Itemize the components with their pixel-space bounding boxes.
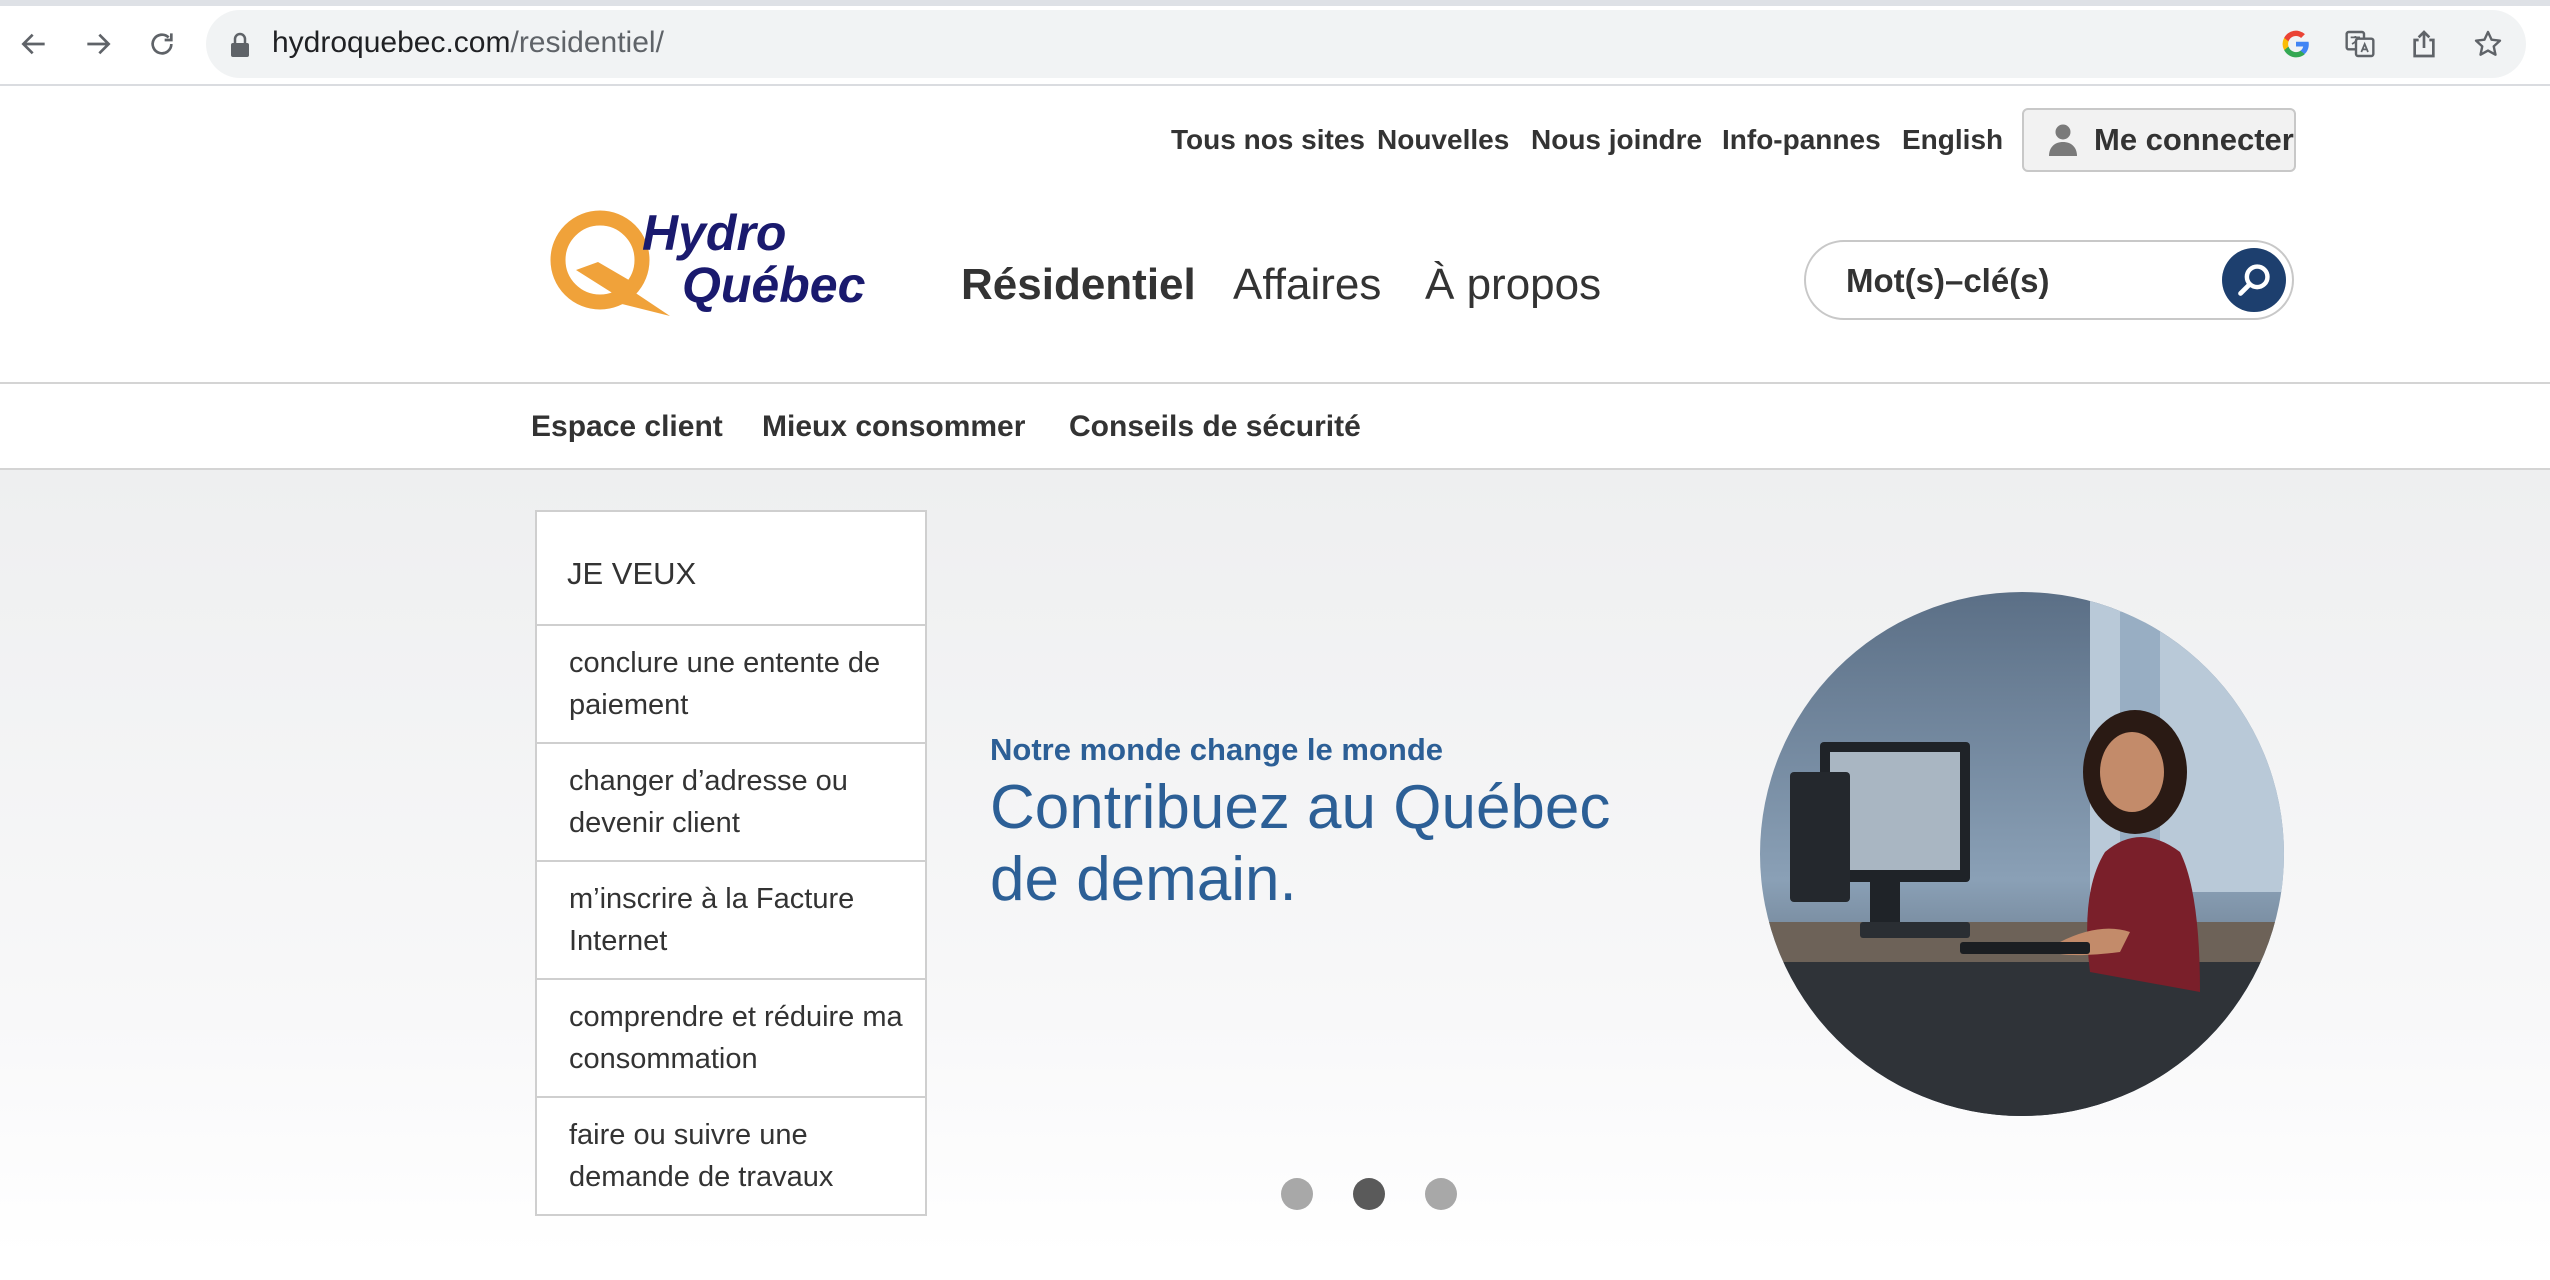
forward-button[interactable]: [76, 22, 120, 66]
google-g-icon: [2282, 30, 2309, 58]
search-box: [1804, 240, 2294, 320]
url-path: /residentiel/: [510, 26, 664, 59]
sub-nav-mieux-consommer[interactable]: Mieux consommer: [762, 410, 1025, 444]
search-input[interactable]: [1846, 258, 2206, 304]
back-button[interactable]: [12, 22, 56, 66]
bookmark-button[interactable]: [2468, 24, 2508, 64]
search-icon: [2238, 264, 2270, 296]
je-veux-item-entente-paiement[interactable]: conclure une entente de paiement: [537, 626, 925, 744]
util-link-nouvelles[interactable]: Nouvelles: [1377, 124, 1509, 156]
logo-text-hydro: Hydro: [642, 210, 786, 261]
url-text: hydroquebec.com/residentiel/: [272, 26, 664, 60]
main-nav-a-propos[interactable]: À propos: [1425, 260, 1601, 310]
je-veux-item-facture-internet[interactable]: m’inscrire à la Facture Internet: [537, 862, 925, 980]
browser-toolbar: hydroquebec.com/residentiel/: [0, 0, 2550, 86]
url-domain: hydroquebec.com: [272, 26, 511, 59]
main-nav-affaires[interactable]: Affaires: [1233, 260, 1381, 310]
je-veux-panel: JE VEUX conclure une entente de paiement…: [535, 510, 927, 1216]
util-link-english[interactable]: English: [1902, 124, 2003, 156]
logo-text-quebec: Québec: [682, 257, 866, 313]
je-veux-title: JE VEUX: [537, 512, 925, 626]
address-bar[interactable]: hydroquebec.com/residentiel/: [206, 10, 2526, 78]
search-button[interactable]: [2222, 248, 2286, 312]
share-icon: [2413, 30, 2435, 58]
lock-icon: [231, 32, 249, 57]
reload-button[interactable]: [140, 22, 184, 66]
reload-icon: [151, 33, 173, 55]
translate-icon: [2345, 30, 2375, 58]
star-icon: [2474, 30, 2502, 56]
sub-nav-espace-client[interactable]: Espace client: [531, 410, 723, 444]
je-veux-item-reduire-consommation[interactable]: comprendre et réduire ma consommation: [537, 980, 925, 1098]
hero-tagline: Notre monde change le monde: [990, 732, 1444, 767]
page-below-hero: [0, 1254, 2550, 1280]
util-link-nous-joindre[interactable]: Nous joindre: [1531, 124, 1702, 156]
login-button[interactable]: Me connecter: [2022, 108, 2296, 172]
hero-photo: [1760, 592, 2284, 1116]
google-lens-button[interactable]: [2276, 24, 2316, 64]
je-veux-item-demande-travaux[interactable]: faire ou suivre une demande de travaux: [537, 1098, 925, 1216]
carousel-dot-1[interactable]: [1281, 1178, 1313, 1210]
translate-button[interactable]: [2340, 24, 2380, 64]
forward-arrow-icon: [87, 33, 111, 55]
carousel-dot-2[interactable]: [1353, 1178, 1385, 1210]
hydro-quebec-logo[interactable]: Hydro Québec: [536, 210, 876, 320]
back-arrow-icon: [21, 33, 45, 55]
util-link-tous-nos-sites[interactable]: Tous nos sites: [1171, 124, 1365, 156]
util-link-info-pannes[interactable]: Info-pannes: [1722, 124, 1881, 156]
header-divider: [0, 382, 2550, 384]
sub-nav-conseils-securite[interactable]: Conseils de sécurité: [1069, 410, 1361, 444]
hero-headline[interactable]: Contribuez au Québec de demain.: [990, 772, 1690, 916]
tab-strip-edge: [0, 0, 2550, 6]
carousel-dot-3[interactable]: [1425, 1178, 1457, 1210]
user-icon: [2049, 124, 2077, 156]
je-veux-item-changer-adresse[interactable]: changer d’adresse ou devenir client: [537, 744, 925, 862]
share-button[interactable]: [2404, 24, 2444, 64]
main-nav-residentiel[interactable]: Résidentiel: [961, 260, 1196, 310]
login-label: Me connecter: [2094, 122, 2294, 157]
